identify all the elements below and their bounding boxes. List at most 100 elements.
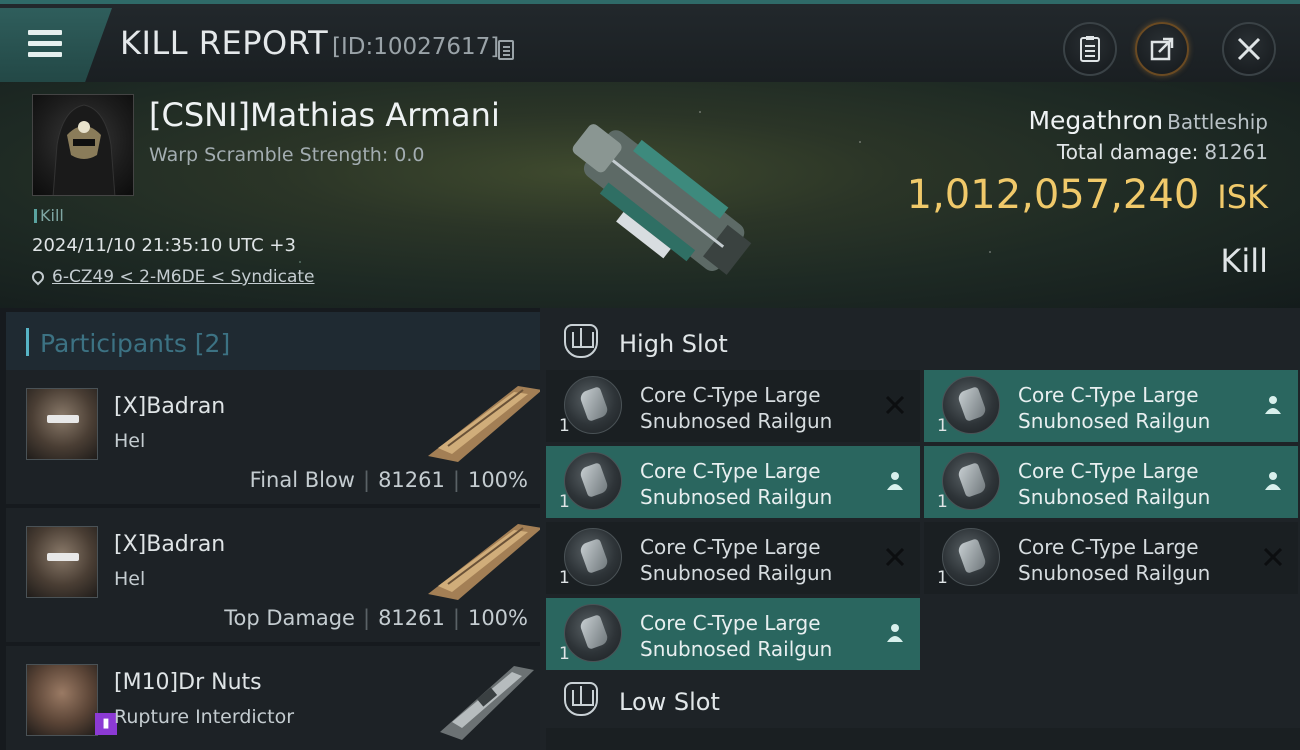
high-slot-label: High Slot: [619, 330, 728, 358]
high-slot-icon: [564, 324, 598, 358]
participant-card[interactable]: ▮ [M10]Dr Nuts Rupture Interdictor: [6, 646, 540, 750]
person-icon: [887, 472, 903, 490]
module-quantity: 1: [559, 492, 570, 512]
participant-avatar[interactable]: [26, 388, 98, 460]
participant-avatar[interactable]: [26, 526, 98, 598]
isk-unit: ISK: [1217, 178, 1268, 216]
warp-scramble-strength: Warp Scramble Strength: 0.0: [149, 144, 425, 166]
kill-tag: Kill: [34, 206, 64, 225]
close-x-icon: [1263, 547, 1283, 567]
participant-name[interactable]: [X]Badran: [114, 532, 225, 557]
low-slot-icon: [564, 682, 598, 716]
module-name: Core C-Type Large Snubnosed Railgun: [1018, 459, 1211, 509]
railgun-icon: [564, 376, 622, 434]
module-name: Core C-Type Large Snubnosed Railgun: [640, 611, 833, 661]
module-item[interactable]: 1 Core C-Type Large Snubnosed Railgun: [924, 522, 1298, 594]
participant-name[interactable]: [X]Badran: [114, 394, 225, 419]
participant-damage: 81261: [378, 606, 445, 630]
module-name: Core C-Type Large Snubnosed Railgun: [640, 535, 833, 585]
module-quantity: 1: [937, 568, 948, 588]
module-name: Core C-Type Large Snubnosed Railgun: [640, 459, 833, 509]
low-slot-row-partial: [546, 728, 1300, 750]
close-x-icon: [885, 547, 905, 567]
participant-percent: 100%: [467, 468, 528, 492]
module-quantity: 1: [559, 568, 570, 588]
ship-class: Battleship: [1167, 110, 1268, 134]
module-name: Core C-Type Large Snubnosed Railgun: [640, 383, 833, 433]
total-damage-value: 81261: [1204, 140, 1268, 164]
victim-portrait[interactable]: [32, 94, 134, 196]
person-icon: [887, 624, 903, 642]
participants-label: Participants [2]: [40, 329, 231, 358]
participant-damage: 81261: [378, 468, 445, 492]
person-icon: [1265, 396, 1281, 414]
module-item[interactable]: 1 Core C-Type Large Snubnosed Railgun: [546, 598, 920, 670]
top-bar: KILL REPORT [ID:10027617]: [0, 0, 1300, 82]
hamburger-icon: [28, 30, 62, 63]
participant-ship-render: [428, 524, 540, 600]
victim-panel: [CSNI]Mathias Armani Warp Scramble Stren…: [0, 82, 1300, 308]
participant-stats: Top Damage | 81261 | 100%: [224, 606, 528, 630]
low-slot-header: Low Slot: [546, 670, 1300, 728]
kill-location[interactable]: 6-CZ49 < 2-M6DE < Syndicate: [29, 267, 315, 287]
railgun-icon: [564, 528, 622, 586]
share-icon: [1150, 37, 1174, 61]
kill-id: [ID:10027617]: [332, 34, 500, 60]
module-quantity: 1: [559, 416, 570, 436]
close-icon: [1237, 37, 1261, 61]
module-quantity: 1: [937, 492, 948, 512]
high-slot-header: High Slot: [546, 312, 1300, 370]
participant-stats: Final Blow | 81261 | 100%: [249, 468, 528, 492]
participant-role: Top Damage: [224, 606, 355, 630]
menu-button[interactable]: [0, 8, 112, 82]
fitting-panel: High Slot 1 Core C-Type Large Snubnosed …: [540, 308, 1300, 750]
participants-header: Participants [2]: [6, 312, 540, 372]
kill-result: Kill: [1220, 242, 1268, 280]
module-item[interactable]: 1 Core C-Type Large Snubnosed Railgun: [546, 370, 920, 442]
close-x-icon: [885, 395, 905, 415]
clipboard-icon: [1080, 36, 1100, 62]
victim-name[interactable]: [CSNI]Mathias Armani: [149, 96, 500, 134]
module-item[interactable]: 1 Core C-Type Large Snubnosed Railgun: [924, 370, 1298, 442]
module-item[interactable]: 1 Core C-Type Large Snubnosed Railgun: [924, 446, 1298, 518]
module-quantity: 1: [937, 416, 948, 436]
isk-value: 1,012,057,240 ISK: [907, 172, 1268, 218]
ship-name: Megathron: [1028, 106, 1164, 135]
kill-datetime: 2024/11/10 21:35:10 UTC +3: [32, 235, 296, 256]
isk-amount: 1,012,057,240: [906, 172, 1200, 218]
module-item[interactable]: 1 Core C-Type Large Snubnosed Railgun: [546, 522, 920, 594]
share-button[interactable]: [1135, 22, 1189, 76]
railgun-icon: [564, 604, 622, 662]
total-damage-label: Total damage:: [1056, 140, 1199, 164]
page-title: KILL REPORT: [120, 24, 329, 62]
location-pin-icon: [29, 268, 47, 286]
helmet-icon: [52, 104, 116, 195]
participant-ship: Rupture Interdictor: [114, 706, 294, 728]
participant-role: Final Blow: [249, 468, 355, 492]
location-link[interactable]: 6-CZ49 < 2-M6DE < Syndicate: [52, 267, 315, 287]
railgun-icon: [942, 452, 1000, 510]
participant-card[interactable]: [X]Badran Hel Top Damage | 81261 | 100%: [6, 508, 540, 642]
participant-percent: 100%: [467, 606, 528, 630]
railgun-icon: [564, 452, 622, 510]
victim-ship-render: [572, 124, 752, 275]
participant-ship-render: [428, 386, 540, 462]
close-button[interactable]: [1222, 22, 1276, 76]
low-slot-label: Low Slot: [619, 688, 720, 716]
participant-ship-render: [440, 666, 534, 740]
copy-icon[interactable]: [498, 40, 514, 60]
clipboard-button[interactable]: [1063, 22, 1117, 76]
module-name: Core C-Type Large Snubnosed Railgun: [1018, 383, 1211, 433]
participant-avatar[interactable]: ▮: [26, 664, 117, 736]
person-icon: [1265, 472, 1281, 490]
participants-panel: Participants [2] [X]Badran Hel Final Blo…: [0, 308, 540, 750]
participant-card[interactable]: [X]Badran Hel Final Blow | 81261 | 100%: [6, 370, 540, 504]
victim-ship-name[interactable]: Megathron Battleship: [1028, 106, 1268, 135]
module-quantity: 1: [559, 644, 570, 664]
total-damage: Total damage: 81261: [1057, 140, 1268, 164]
header-accent-bar: [26, 328, 29, 356]
participant-name[interactable]: [M10]Dr Nuts: [114, 670, 262, 695]
module-item[interactable]: 1 Core C-Type Large Snubnosed Railgun: [546, 446, 920, 518]
module-name: Core C-Type Large Snubnosed Railgun: [1018, 535, 1211, 585]
participant-ship: Hel: [114, 568, 146, 590]
